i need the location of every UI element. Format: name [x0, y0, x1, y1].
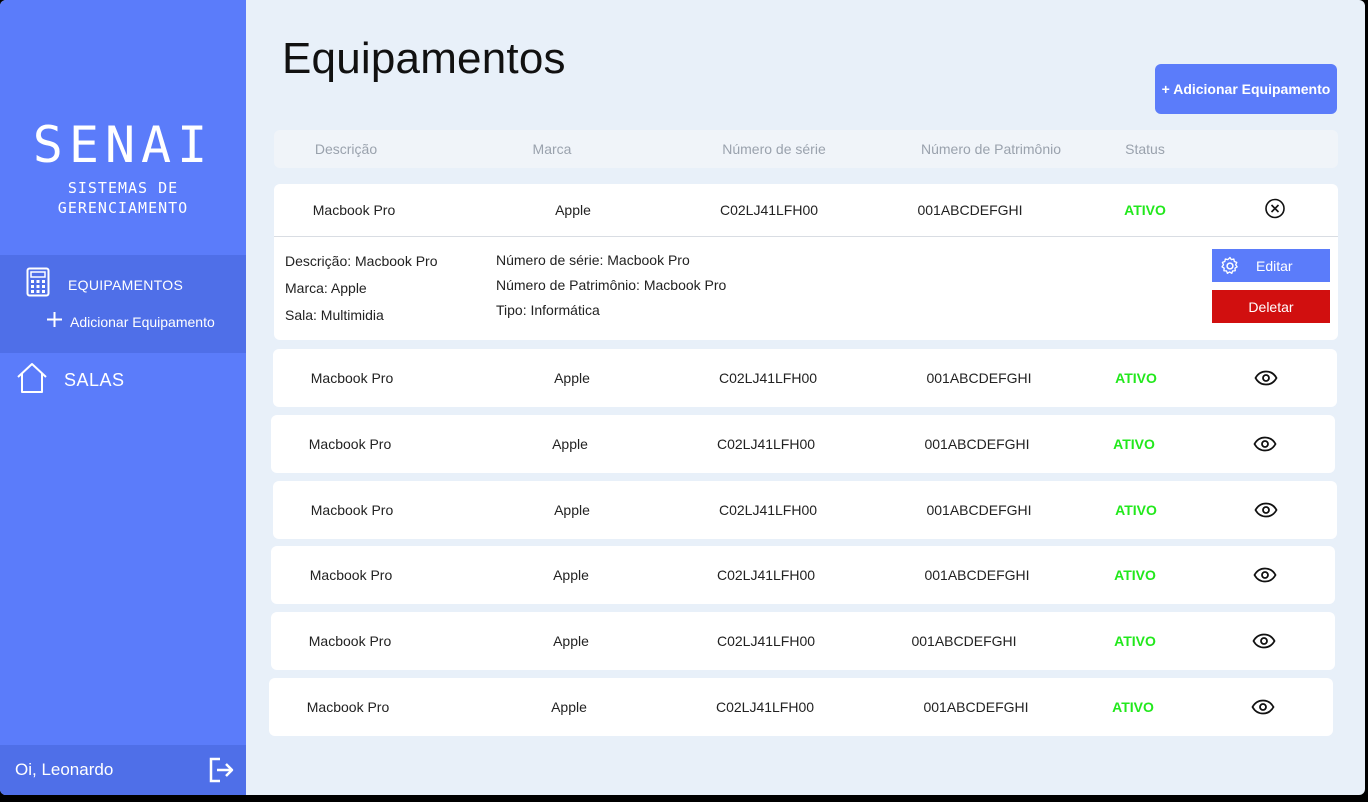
column-header-serie: Número de série — [722, 141, 826, 157]
status-badge: ATIVO — [1124, 202, 1166, 218]
cell-descricao: Macbook Pro — [308, 633, 392, 649]
table-row: Macbook Pro Apple C02LJ41LFH00 001ABCDEF… — [274, 184, 1338, 237]
delete-button[interactable]: Deletar — [1212, 290, 1330, 323]
brand-subtitle-line2: GERENCIAMENTO — [57, 199, 189, 217]
cell-patrimonio: 001ABCDEFGHI — [923, 699, 1029, 715]
sidebar-item-adicionar-label: Adicionar Equipamento — [70, 314, 215, 330]
brand-title: SENAI — [32, 116, 214, 174]
table-row-expanded[interactable]: Macbook Pro Apple C02LJ41LFH00 001ABCDEF… — [274, 184, 1338, 340]
calculator-icon — [26, 267, 50, 302]
edit-button[interactable]: Editar — [1212, 249, 1330, 282]
brand-subtitle: SISTEMAS DE GERENCIAMENTO — [0, 178, 246, 218]
gear-icon — [1220, 256, 1240, 276]
user-greeting: Oi, Leonardo — [15, 760, 114, 779]
details-column-left: Descrição: Macbook Pro Marca: Apple Sala… — [285, 248, 438, 329]
edit-button-label: Editar — [1256, 257, 1293, 274]
close-icon[interactable] — [1264, 198, 1286, 223]
cell-serie: C02LJ41LFH00 — [715, 699, 815, 715]
brand-logo: SENAI SISTEMAS DE GERENCIAMENTO — [0, 118, 246, 218]
cell-patrimonio: 001ABCDEFGHI — [924, 436, 1030, 452]
eye-icon[interactable] — [1253, 436, 1277, 452]
sidebar-item-salas[interactable]: SALAS — [16, 362, 125, 399]
page-title: Equipamentos — [282, 34, 566, 83]
cell-patrimonio: 001ABCDEFGHI — [924, 567, 1030, 583]
sidebar-item-equipamentos-label: EQUIPAMENTOS — [68, 276, 184, 293]
cell-descricao: Macbook Pro — [308, 436, 392, 452]
cell-descricao: Macbook Pro — [306, 699, 390, 715]
user-bar: Oi, Leonardo — [0, 745, 246, 795]
cell-marca: Apple — [555, 202, 591, 218]
detail-sala: Sala: Multimidia — [285, 307, 384, 323]
cell-descricao: Macbook Pro — [312, 202, 396, 218]
column-header-marca: Marca — [532, 141, 572, 157]
logout-icon[interactable] — [208, 756, 236, 784]
detail-descricao: Descrição: Macbook Pro — [285, 253, 438, 269]
house-icon — [16, 362, 48, 399]
cell-marca: Apple — [553, 567, 589, 583]
sidebar-group-equipamentos: EQUIPAMENTOS Adicionar Equipamento — [0, 255, 246, 353]
eye-icon[interactable] — [1251, 699, 1275, 715]
detail-patrimonio: Número de Patrimônio: Macbook Pro — [496, 277, 727, 293]
eye-icon[interactable] — [1253, 567, 1277, 583]
cell-marca: Apple — [553, 633, 589, 649]
cell-serie: C02LJ41LFH00 — [716, 567, 816, 583]
status-badge: ATIVO — [1113, 436, 1155, 452]
table-row[interactable]: Macbook Pro Apple C02LJ41LFH00 001ABCDEF… — [273, 349, 1337, 407]
cell-serie: C02LJ41LFH00 — [716, 436, 816, 452]
table-row[interactable]: Macbook Pro Apple C02LJ41LFH00 001ABCDEF… — [271, 546, 1335, 604]
cell-descricao: Macbook Pro — [310, 502, 394, 518]
column-header-descricao: Descrição — [314, 141, 378, 157]
cell-serie: C02LJ41LFH00 — [718, 502, 818, 518]
table-row[interactable]: Macbook Pro Apple C02LJ41LFH00 001ABCDEF… — [273, 481, 1337, 539]
status-badge: ATIVO — [1115, 370, 1157, 386]
app-window: SENAI SISTEMAS DE GERENCIAMENTO EQUIPAME… — [0, 0, 1365, 795]
cell-marca: Apple — [551, 699, 587, 715]
cell-marca: Apple — [554, 502, 590, 518]
cell-patrimonio: 001ABCDEFGHI — [911, 633, 1017, 649]
details-column-right: Número de série: Macbook Pro Número de P… — [496, 248, 726, 323]
sidebar-item-adicionar-equipamento[interactable]: Adicionar Equipamento — [46, 311, 215, 333]
plus-icon — [46, 311, 63, 333]
column-header-patrimonio: Número de Patrimônio — [920, 141, 1062, 157]
detail-serie: Número de série: Macbook Pro — [496, 252, 690, 268]
brand-subtitle-line1: SISTEMAS DE — [67, 179, 179, 197]
cell-descricao: Macbook Pro — [309, 567, 393, 583]
eye-icon[interactable] — [1252, 633, 1276, 649]
sidebar-item-salas-label: SALAS — [64, 370, 125, 390]
cell-serie: C02LJ41LFH00 — [718, 370, 818, 386]
eye-icon[interactable] — [1254, 502, 1278, 518]
cell-marca: Apple — [552, 436, 588, 452]
cell-serie: C02LJ41LFH00 — [716, 633, 816, 649]
cell-descricao: Macbook Pro — [310, 370, 394, 386]
cell-patrimonio: 001ABCDEFGHI — [917, 202, 1023, 218]
sidebar-item-equipamentos[interactable]: EQUIPAMENTOS — [26, 267, 183, 302]
table-row[interactable]: Macbook Pro Apple C02LJ41LFH00 001ABCDEF… — [269, 678, 1333, 736]
status-badge: ATIVO — [1115, 502, 1157, 518]
status-badge: ATIVO — [1114, 633, 1156, 649]
cell-serie: C02LJ41LFH00 — [719, 202, 819, 218]
status-badge: ATIVO — [1114, 567, 1156, 583]
status-badge: ATIVO — [1112, 699, 1154, 715]
table-header: Descrição Marca Número de série Número d… — [274, 130, 1338, 168]
detail-marca: Marca: Apple — [285, 280, 367, 296]
sidebar: SENAI SISTEMAS DE GERENCIAMENTO EQUIPAME… — [0, 0, 246, 795]
cell-patrimonio: 001ABCDEFGHI — [926, 370, 1032, 386]
detail-tipo: Tipo: Informática — [496, 302, 600, 318]
eye-icon[interactable] — [1254, 370, 1278, 386]
add-equipment-button[interactable]: + Adicionar Equipamento — [1155, 64, 1337, 114]
table-row[interactable]: Macbook Pro Apple C02LJ41LFH00 001ABCDEF… — [271, 415, 1335, 473]
cell-marca: Apple — [554, 370, 590, 386]
table-row[interactable]: Macbook Pro Apple C02LJ41LFH00 001ABCDEF… — [271, 612, 1335, 670]
cell-patrimonio: 001ABCDEFGHI — [926, 502, 1032, 518]
column-header-status: Status — [1125, 141, 1165, 157]
